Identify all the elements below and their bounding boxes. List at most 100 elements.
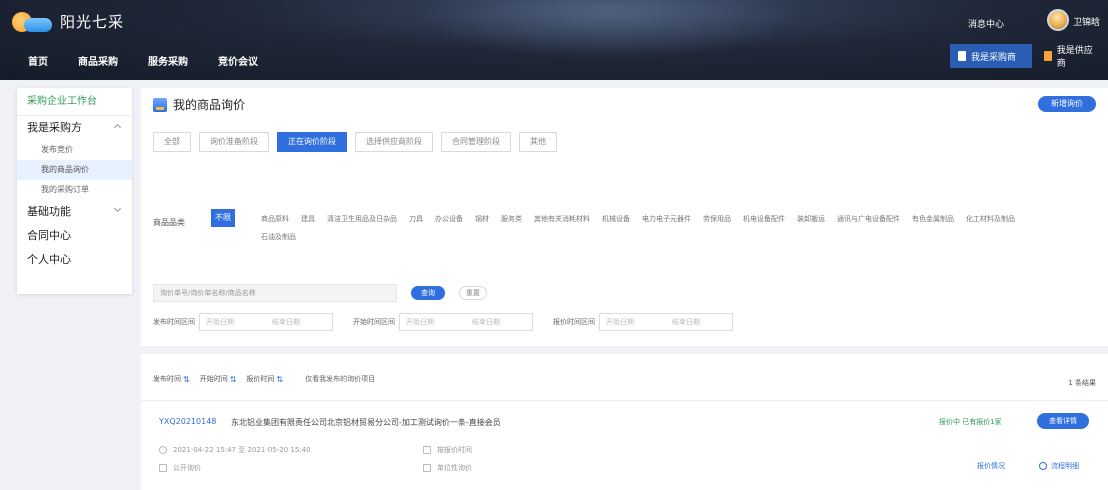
nav-goods-purchase[interactable]: 商品采购 — [78, 53, 118, 68]
new-inquiry-button[interactable]: 新增询价 — [1038, 96, 1096, 112]
buyer-role-label: 我是采购商 — [971, 52, 1017, 63]
date-range-picker[interactable]: 开始日期 结束日期 — [599, 313, 733, 331]
chevron-down-icon — [113, 204, 122, 213]
buyer-role-button[interactable]: 我是采购商 — [950, 44, 1032, 68]
user-name[interactable]: 卫锦晗 — [1073, 15, 1100, 28]
category-item[interactable]: 商品原料 — [261, 214, 289, 232]
tab-all[interactable]: 全部 — [153, 132, 191, 152]
category-item[interactable]: 机械设备 — [602, 214, 630, 232]
inquiry-id-link[interactable]: YXQ20210148 — [159, 417, 216, 426]
tab-select-supplier[interactable]: 选择供应商阶段 — [355, 132, 433, 152]
category-item[interactable]: 服务类 — [501, 214, 522, 232]
inquiry-card: YXQ20210148 东北铝业集团有限责任公司北京铝材贸易分公司-加工测试询价… — [141, 400, 1108, 490]
category-item[interactable]: 钢材 — [475, 214, 489, 232]
sidebar-item-my-inquiry[interactable]: 我的商品询价 — [17, 160, 132, 180]
result-count: 1 条结果 — [1068, 379, 1096, 387]
doc-icon — [423, 446, 431, 454]
avatar[interactable] — [1047, 9, 1069, 31]
seller-role-label: 我是供应商 — [1056, 46, 1093, 69]
top-header: 阳光七采 首页 商品采购 服务采购 竞价会议 消息中心 卫锦晗 我是采购商 我是… — [0, 0, 1108, 80]
sort-arrows-icon: ⇅ — [229, 374, 237, 384]
category-item[interactable]: 有色金属制品 — [912, 214, 954, 232]
category-item[interactable]: 办公设备 — [435, 214, 463, 232]
reset-button[interactable]: 重置 — [459, 286, 487, 300]
sort-publish-time[interactable]: 发布时间 ⇅ — [153, 374, 190, 384]
date-range-label: 发布时间区间 — [153, 318, 195, 326]
quote-status-link[interactable]: 报价情况 — [977, 461, 1005, 471]
chevron-up-icon — [113, 123, 122, 132]
category-item[interactable]: 装卸搬运 — [797, 214, 825, 232]
page-header: 我的商品询价 — [153, 96, 245, 113]
status-badge: 报价中 已有报价1家 — [939, 418, 1002, 426]
process-detail-link[interactable]: 流程明细 — [1039, 461, 1079, 471]
sidebar-group-buyer[interactable]: 我是采购方 — [17, 116, 132, 140]
sort-arrows-icon: ⇅ — [276, 374, 284, 384]
category-item[interactable]: 石油及制品 — [261, 232, 296, 250]
category-item[interactable]: 刀具 — [409, 214, 423, 232]
clock-icon — [159, 446, 167, 454]
category-item[interactable]: 建具 — [301, 214, 315, 232]
inquiry-time: 2021-04-22 15:47 至 2021-05-20 15:40 — [159, 445, 311, 455]
category-label: 商品品类 — [153, 218, 185, 227]
logo-text: 阳光七采 — [60, 12, 125, 31]
sidebar-item-publish-bid[interactable]: 发布竞价 — [17, 140, 132, 160]
sidebar-group-personal[interactable]: 个人中心 — [17, 248, 132, 272]
sidebar-group-basic[interactable]: 基础功能 — [17, 200, 132, 224]
publish-date-range: 发布时间区间 开始日期 结束日期 — [153, 313, 333, 331]
category-item[interactable]: 通讯与广电设备配件 — [837, 214, 900, 232]
tab-other[interactable]: 其他 — [519, 132, 557, 152]
sidebar-workbench[interactable]: 采购企业工作台 — [17, 88, 132, 116]
tab-contract[interactable]: 合同管理阶段 — [441, 132, 511, 152]
sort-quote-time[interactable]: 报价时间 ⇅ — [246, 374, 283, 384]
nav-service-purchase[interactable]: 服务采购 — [148, 53, 188, 68]
category-item[interactable]: 电力电子元器件 — [642, 214, 691, 232]
main-panel: 我的商品询价 新增询价 全部 询价准备阶段 正在询价阶段 选择供应商阶段 合同管… — [141, 88, 1108, 490]
view-detail-button[interactable]: 查看详情 — [1037, 413, 1089, 429]
seller-role-button[interactable]: 我是供应商 — [1036, 44, 1108, 69]
date-range-label: 开始时间区间 — [353, 318, 395, 326]
inquiry-mode: 单位性询价 — [423, 463, 472, 473]
clock-icon — [1039, 462, 1047, 470]
category-all-button[interactable]: 不限 — [211, 209, 235, 227]
seller-icon — [1044, 51, 1052, 61]
tab-inquiring[interactable]: 正在询价阶段 — [277, 132, 347, 152]
buyer-icon — [958, 51, 966, 61]
header-glow — [420, 0, 800, 60]
sort-arrows-icon: ⇅ — [183, 374, 190, 384]
logo-icon — [12, 10, 54, 32]
person-icon — [423, 464, 431, 472]
category-item[interactable]: 劳保用品 — [703, 214, 731, 232]
main-nav: 首页 商品采购 服务采购 竞价会议 — [28, 53, 288, 68]
logo[interactable]: 阳光七采 — [12, 10, 124, 32]
only-mine-checkbox[interactable]: 仅看我发布的询价项目 — [305, 374, 375, 384]
search-input[interactable]: 询价单号/询价单名称/商品名称 — [153, 284, 397, 302]
stage-tabs: 全部 询价准备阶段 正在询价阶段 选择供应商阶段 合同管理阶段 其他 — [153, 132, 565, 152]
nav-home[interactable]: 首页 — [28, 53, 48, 68]
date-range-picker[interactable]: 开始日期 结束日期 — [199, 313, 333, 331]
page-title: 我的商品询价 — [173, 98, 246, 112]
message-center-link[interactable]: 消息中心 — [968, 17, 1004, 30]
date-range-label: 报价时间区间 — [553, 318, 595, 326]
category-list: 商品原料 建具 清洁卫生用品及日杂品 刀具 办公设备 钢材 服务类 其他有关消耗… — [261, 214, 1051, 250]
inquiry-rule: 按报价时间 — [423, 445, 472, 455]
category-item[interactable]: 清洁卫生用品及日杂品 — [327, 214, 397, 232]
tab-preparing[interactable]: 询价准备阶段 — [199, 132, 269, 152]
category-item[interactable]: 化工材料及制品 — [966, 214, 1015, 232]
category-item[interactable]: 机电设备配件 — [743, 214, 785, 232]
inquiry-title: 东北铝业集团有限责任公司北京铝材贸易分公司-加工测试询价一条-直接会员 — [231, 418, 501, 427]
category-item[interactable]: 其他有关消耗材料 — [534, 214, 590, 232]
sort-bar: 发布时间 ⇅ 开始时间 ⇅ 报价时间 ⇅ 仅看我发布的询价项目 — [153, 374, 375, 384]
quote-date-range: 报价时间区间 开始日期 结束日期 — [553, 313, 733, 331]
section-divider — [141, 346, 1108, 354]
sidebar-group-label: 我是采购方 — [27, 121, 82, 134]
sort-start-time[interactable]: 开始时间 ⇅ — [200, 374, 237, 384]
inquiry-type: 公开询价 — [159, 463, 201, 473]
sidebar-item-my-orders[interactable]: 我的采购订单 — [17, 180, 132, 200]
search-button[interactable]: 查询 — [411, 286, 445, 300]
sidebar-group-contract[interactable]: 合同中心 — [17, 224, 132, 248]
nav-bidding-meeting[interactable]: 竞价会议 — [218, 53, 258, 68]
inquiry-icon — [153, 97, 167, 112]
start-date-range: 开始时间区间 开始日期 结束日期 — [353, 313, 533, 331]
date-range-picker[interactable]: 开始日期 结束日期 — [399, 313, 533, 331]
sidebar: 采购企业工作台 我是采购方 发布竞价 我的商品询价 我的采购订单 基础功能 合同… — [17, 88, 132, 294]
